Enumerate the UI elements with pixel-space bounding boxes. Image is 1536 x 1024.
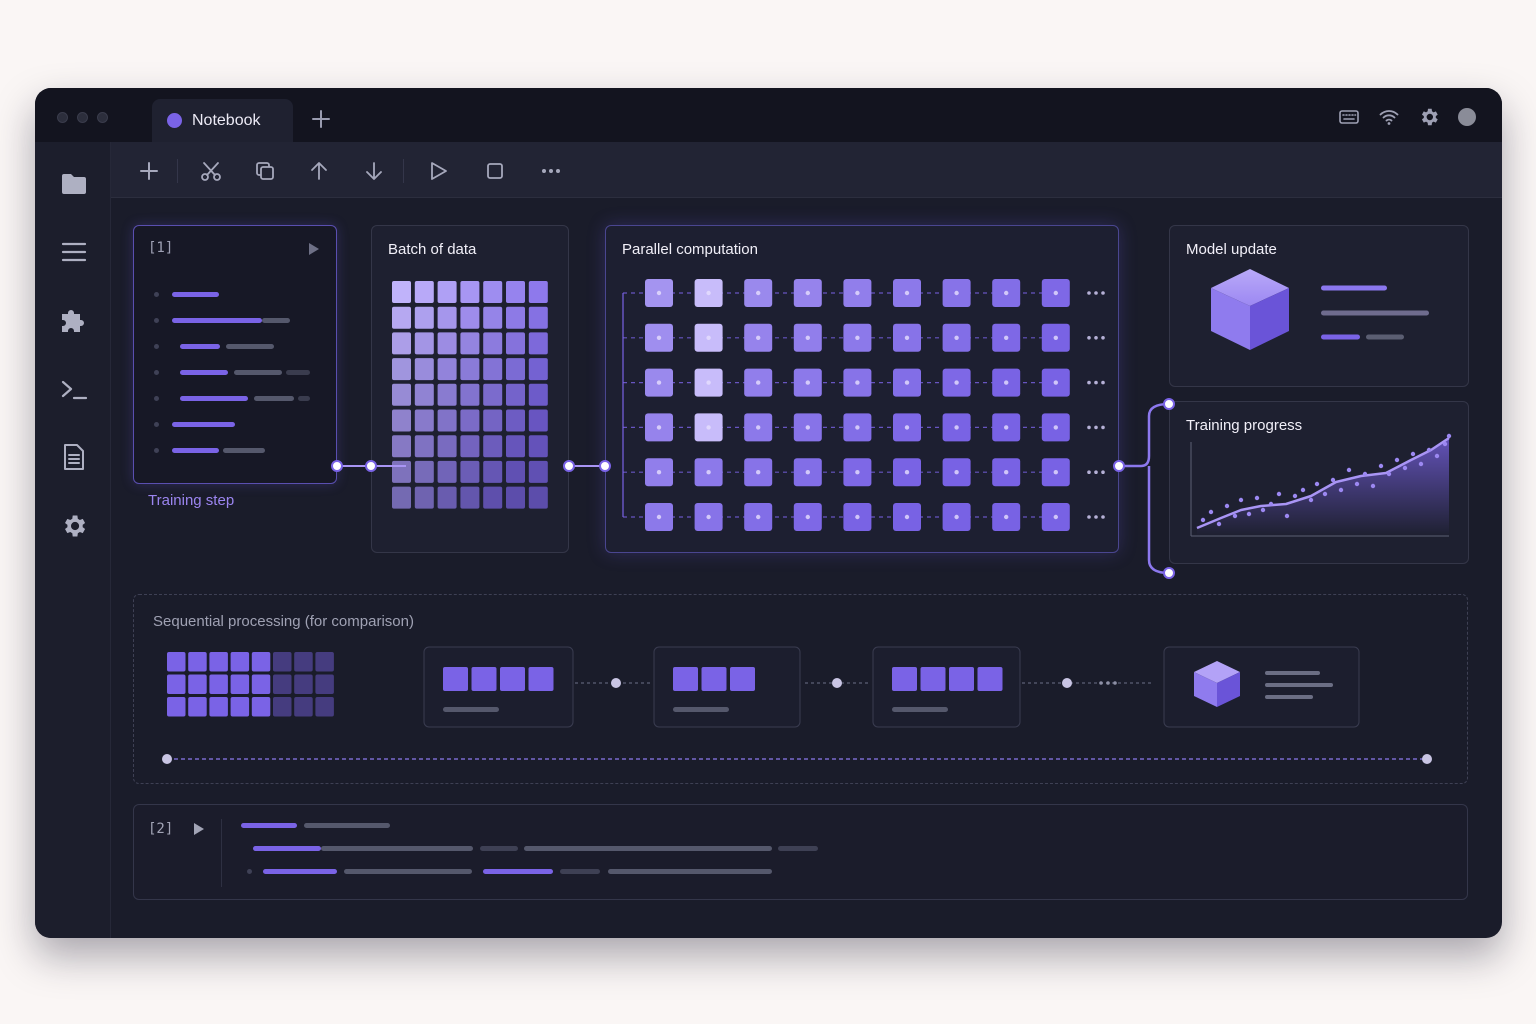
code-line-marker: [154, 344, 159, 349]
terminal-icon[interactable]: [60, 376, 88, 404]
code-token: [304, 823, 390, 828]
arrow-down-icon: [366, 162, 382, 180]
wifi-icon[interactable]: [1378, 106, 1400, 128]
code-token: [344, 869, 472, 874]
copy-icon: [256, 162, 274, 180]
panel-title: Model update: [1186, 241, 1277, 258]
code-token: [241, 823, 297, 828]
code-token: [234, 370, 282, 375]
code-cell-2[interactable]: [2]: [133, 804, 1468, 900]
batch-panel: Batch of data: [371, 225, 569, 553]
stop-button[interactable]: [483, 159, 507, 183]
puzzle-icon[interactable]: [60, 307, 88, 335]
code-token: [254, 396, 294, 401]
code-token: [480, 846, 518, 851]
code-token: [172, 448, 219, 453]
tab-label: Notebook: [192, 111, 261, 129]
code-token: [524, 846, 772, 851]
code-line-marker: [154, 448, 159, 453]
code-line-marker: [154, 422, 159, 427]
panel-title: Parallel computation: [622, 241, 758, 258]
code-token: [262, 318, 290, 323]
cut-icon: [201, 162, 221, 181]
code-token: [180, 344, 220, 349]
new-tab-button[interactable]: [310, 108, 332, 130]
arrow-up-icon: [311, 162, 327, 180]
close-window-button[interactable]: [57, 112, 68, 123]
code-token: [223, 448, 265, 453]
menu-icon[interactable]: [60, 238, 88, 266]
run-cell-button[interactable]: [193, 823, 205, 835]
code-token: [172, 318, 262, 323]
notebook-content: [1] Training step Batch of data Parallel…: [111, 198, 1502, 938]
code-token: [483, 869, 553, 874]
more-options-button[interactable]: [539, 159, 563, 183]
sidebar: [35, 142, 111, 938]
code-token: [608, 869, 772, 874]
code-token: [298, 396, 310, 401]
avatar[interactable]: [1458, 108, 1476, 126]
model-update-panel: Model update: [1169, 225, 1469, 387]
notebook-toolbar: [111, 142, 1502, 198]
code-token: [286, 370, 310, 375]
code-line-marker: [154, 396, 159, 401]
code-line-marker: [154, 292, 159, 297]
panel-title: Training progress: [1186, 417, 1303, 434]
code-token: [560, 869, 600, 874]
folder-icon[interactable]: [60, 170, 88, 198]
add-cell-button[interactable]: [137, 159, 161, 183]
code-line-marker: [154, 318, 159, 323]
code-token: [180, 396, 248, 401]
code-token: [172, 422, 235, 427]
notebook-tab-icon: [167, 113, 182, 128]
code-cell-1[interactable]: [1]: [133, 225, 337, 484]
plus-icon: [312, 110, 330, 128]
move-up-button[interactable]: [307, 159, 331, 183]
window-controls: [57, 112, 108, 123]
parallel-computation-panel: Parallel computation: [605, 225, 1119, 553]
document-icon[interactable]: [60, 443, 88, 471]
more-icon: [542, 169, 560, 173]
title-bar: Notebook: [35, 88, 1502, 142]
toolbar-separator: [177, 159, 178, 183]
play-icon: [194, 823, 204, 835]
cell-number: [2]: [148, 821, 174, 837]
panel-title: Sequential processing (for comparison): [153, 613, 414, 630]
code-token: [253, 846, 321, 851]
toolbar-separator: [403, 159, 404, 183]
play-icon: [309, 243, 319, 255]
cell-number: [1]: [148, 240, 174, 256]
cut-button[interactable]: [199, 159, 223, 183]
copy-button[interactable]: [253, 159, 277, 183]
code-line-marker: [247, 869, 252, 874]
panel-title: Batch of data: [388, 241, 477, 258]
code-token: [226, 344, 274, 349]
code-token: [180, 370, 228, 375]
keyboard-icon[interactable]: [1338, 106, 1360, 128]
sequential-processing-panel: Sequential processing (for comparison): [133, 594, 1468, 784]
code-line-marker: [154, 370, 159, 375]
run-cell-button[interactable]: [308, 242, 320, 256]
minimize-window-button[interactable]: [77, 112, 88, 123]
run-button[interactable]: [426, 159, 450, 183]
play-icon: [431, 162, 447, 180]
tab-notebook[interactable]: Notebook: [152, 99, 293, 142]
training-progress-panel: Training progress: [1169, 401, 1469, 564]
title-bar-icons: [1338, 106, 1476, 128]
code-token: [172, 292, 219, 297]
code-token: [263, 869, 337, 874]
notebook-window: Notebook [1] Training step Batch of data…: [35, 88, 1502, 938]
cell-divider: [221, 819, 222, 887]
move-down-button[interactable]: [362, 159, 386, 183]
plus-icon: [140, 162, 158, 180]
code-token: [321, 846, 473, 851]
settings-icon[interactable]: [60, 512, 88, 540]
training-step-label: Training step: [148, 492, 235, 509]
gear-icon[interactable]: [1418, 106, 1440, 128]
maximize-window-button[interactable]: [97, 112, 108, 123]
code-token: [778, 846, 818, 851]
stop-icon: [487, 163, 503, 179]
